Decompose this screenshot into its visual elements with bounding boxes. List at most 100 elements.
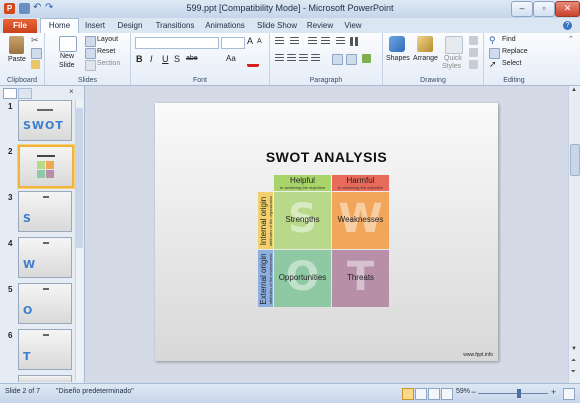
- vertical-scrollbar[interactable]: ▲ ▼ ⏶ ⏷: [568, 86, 580, 383]
- columns-icon[interactable]: [350, 37, 359, 46]
- align-text-icon[interactable]: [346, 54, 357, 65]
- copy-icon[interactable]: [31, 48, 42, 59]
- replace-button[interactable]: Replace: [502, 48, 528, 55]
- tab-view[interactable]: View: [340, 19, 366, 33]
- thumbnail-scroll-thumb[interactable]: [76, 108, 83, 248]
- next-slide-icon[interactable]: ⏷: [571, 369, 576, 376]
- collapse-ribbon-icon[interactable]: ⌃: [568, 35, 574, 43]
- thumbnail-scrollbar[interactable]: [75, 100, 83, 380]
- bold-button[interactable]: B: [136, 54, 143, 64]
- tab-insert[interactable]: Insert: [80, 19, 110, 33]
- maximize-button[interactable]: ▫: [533, 1, 555, 17]
- slide-title[interactable]: SWOT ANALYSIS: [155, 149, 498, 165]
- replace-icon[interactable]: [489, 48, 500, 59]
- numbering-icon[interactable]: [290, 37, 299, 46]
- scroll-up-icon[interactable]: ▲: [571, 87, 577, 93]
- shape-effects-icon[interactable]: [469, 60, 478, 69]
- justify-icon[interactable]: [311, 54, 320, 63]
- quick-styles-icon[interactable]: [445, 36, 463, 54]
- fit-slide-icon[interactable]: [563, 388, 575, 400]
- find-icon[interactable]: ⚲: [489, 36, 498, 45]
- underline-button[interactable]: U: [162, 54, 169, 64]
- new-slide-icon[interactable]: [59, 36, 77, 52]
- scroll-down-icon[interactable]: ▼: [571, 346, 577, 352]
- slides-tab-icon[interactable]: [3, 88, 17, 99]
- quick-styles-label-1[interactable]: Quick: [444, 55, 462, 62]
- theme-name[interactable]: "Diseño predeterminado": [56, 388, 134, 395]
- slide-thumbnail-2[interactable]: [18, 145, 74, 188]
- quick-styles-label-2[interactable]: Styles: [442, 63, 461, 70]
- current-slide[interactable]: SWOT ANALYSIS Helpful to achieving the o…: [155, 103, 498, 361]
- zoom-slider-knob[interactable]: [517, 389, 521, 398]
- align-left-icon[interactable]: [275, 54, 284, 63]
- previous-slide-icon[interactable]: ⏶: [571, 358, 576, 365]
- slide-thumbnail-6[interactable]: T: [18, 329, 72, 370]
- arrange-icon[interactable]: [417, 36, 433, 52]
- new-slide-label-2[interactable]: Slide: [59, 62, 75, 69]
- shape-outline-icon[interactable]: [469, 48, 478, 57]
- normal-view-icon[interactable]: [402, 388, 414, 400]
- shapes-button[interactable]: Shapes: [386, 55, 410, 62]
- opportunities-cell[interactable]: O Opportunities: [274, 250, 331, 307]
- strengths-cell[interactable]: S Strengths: [274, 192, 331, 249]
- close-pane-icon[interactable]: ×: [69, 87, 74, 96]
- paste-button[interactable]: Paste: [8, 56, 26, 63]
- select-icon[interactable]: ➚: [489, 60, 498, 69]
- format-painter-icon[interactable]: [31, 60, 40, 69]
- strikethrough-button[interactable]: S: [174, 54, 180, 64]
- tab-design[interactable]: Design: [114, 19, 146, 33]
- slide-thumbnail-1[interactable]: SWOT: [18, 100, 72, 141]
- outline-tab-icon[interactable]: [18, 88, 32, 99]
- find-button[interactable]: Find: [502, 36, 516, 43]
- font-color-icon[interactable]: [247, 54, 259, 67]
- slide-thumbnail-5[interactable]: O: [18, 283, 72, 324]
- decrease-indent-icon[interactable]: [308, 37, 317, 46]
- section-button[interactable]: Section: [97, 60, 120, 67]
- slide-thumbnail-3[interactable]: S: [18, 191, 72, 232]
- slide-thumbnail-4[interactable]: W: [18, 237, 72, 278]
- close-button[interactable]: ✕: [555, 1, 580, 17]
- italic-button[interactable]: I: [150, 54, 153, 64]
- weaknesses-cell[interactable]: W Weaknesses: [332, 192, 389, 249]
- line-spacing-icon[interactable]: [336, 37, 345, 46]
- align-center-icon[interactable]: [287, 54, 296, 63]
- paste-icon[interactable]: [9, 36, 24, 54]
- font-name-combo[interactable]: [135, 37, 219, 49]
- zoom-out-icon[interactable]: −: [471, 387, 476, 397]
- shapes-icon[interactable]: [389, 36, 405, 52]
- vertical-scroll-thumb[interactable]: [570, 144, 580, 176]
- shadow-button[interactable]: abe: [186, 55, 198, 62]
- tab-transitions[interactable]: Transitions: [151, 19, 199, 33]
- increase-indent-icon[interactable]: [321, 37, 330, 46]
- layout-icon[interactable]: [85, 36, 96, 47]
- layout-button[interactable]: Layout: [97, 36, 118, 43]
- shape-fill-icon[interactable]: [469, 36, 478, 45]
- text-direction-icon[interactable]: [332, 54, 343, 65]
- tab-animations[interactable]: Animations: [202, 19, 248, 33]
- reading-view-icon[interactable]: [428, 388, 440, 400]
- tab-home[interactable]: Home: [40, 18, 79, 33]
- smartart-icon[interactable]: [362, 54, 371, 63]
- tab-slide-show[interactable]: Slide Show: [254, 19, 300, 33]
- reset-icon[interactable]: [85, 48, 96, 59]
- new-slide-label-1[interactable]: New: [60, 53, 74, 60]
- zoom-slider[interactable]: [478, 393, 548, 394]
- threats-cell[interactable]: T Threats: [332, 250, 389, 307]
- slide-thumbnail-7[interactable]: [18, 375, 72, 382]
- shrink-font-button[interactable]: A: [257, 38, 262, 45]
- change-case-button[interactable]: Aa: [226, 54, 236, 63]
- select-button[interactable]: Select: [502, 60, 521, 67]
- zoom-level[interactable]: 59%: [456, 388, 470, 395]
- tab-review[interactable]: Review: [304, 19, 336, 33]
- cut-icon[interactable]: ✂: [31, 36, 40, 45]
- bullets-icon[interactable]: [275, 37, 284, 46]
- help-icon[interactable]: ?: [563, 21, 572, 30]
- grow-font-button[interactable]: A: [247, 36, 253, 46]
- minimize-button[interactable]: –: [511, 1, 533, 17]
- tab-file[interactable]: File: [3, 19, 37, 33]
- slide-sorter-view-icon[interactable]: [415, 388, 427, 400]
- reset-button[interactable]: Reset: [97, 48, 115, 55]
- section-icon[interactable]: [85, 60, 96, 71]
- arrange-button[interactable]: Arrange: [413, 55, 438, 62]
- slideshow-view-icon[interactable]: [441, 388, 453, 400]
